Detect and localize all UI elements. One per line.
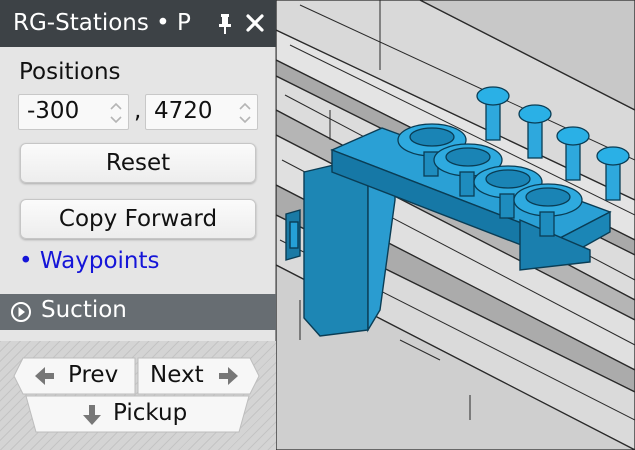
pin-icon[interactable] <box>217 13 233 35</box>
pickup-label: Pickup <box>113 400 188 426</box>
circle-chevron-right-icon <box>11 302 31 322</box>
prev-label: Prev <box>68 362 119 388</box>
position-y-spinbox[interactable]: 4720 <box>145 94 258 130</box>
waypoints-link[interactable]: • Waypoints <box>19 248 160 274</box>
position-x-spinbox[interactable]: -300 <box>18 94 129 130</box>
position-x-value: -300 <box>27 98 80 124</box>
chevron-down-icon[interactable] <box>238 114 252 126</box>
suction-label: Suction <box>41 297 127 323</box>
chevron-up-icon[interactable] <box>109 100 123 112</box>
chevron-up-icon[interactable] <box>238 100 252 112</box>
positions-label: Positions <box>19 59 121 85</box>
pickup-button[interactable]: Pickup <box>25 395 250 433</box>
position-separator: , <box>134 98 142 124</box>
suction-section-header[interactable]: Suction <box>0 294 276 330</box>
next-label: Next <box>150 362 204 388</box>
rg-stations-panel: RG-Stations • P Positions -300 , 4720 Re… <box>0 0 276 450</box>
panel-title: RG-Stations • P <box>13 10 191 36</box>
prev-button[interactable]: Prev <box>13 357 136 395</box>
next-button[interactable]: Next <box>137 357 260 395</box>
copy-forward-button[interactable]: Copy Forward <box>20 199 256 239</box>
chevron-down-icon[interactable] <box>109 114 123 126</box>
panel-title-bar[interactable]: RG-Stations • P <box>0 0 276 47</box>
position-y-value: 4720 <box>154 98 213 124</box>
close-icon[interactable] <box>245 13 265 33</box>
reset-button[interactable]: Reset <box>20 143 256 183</box>
